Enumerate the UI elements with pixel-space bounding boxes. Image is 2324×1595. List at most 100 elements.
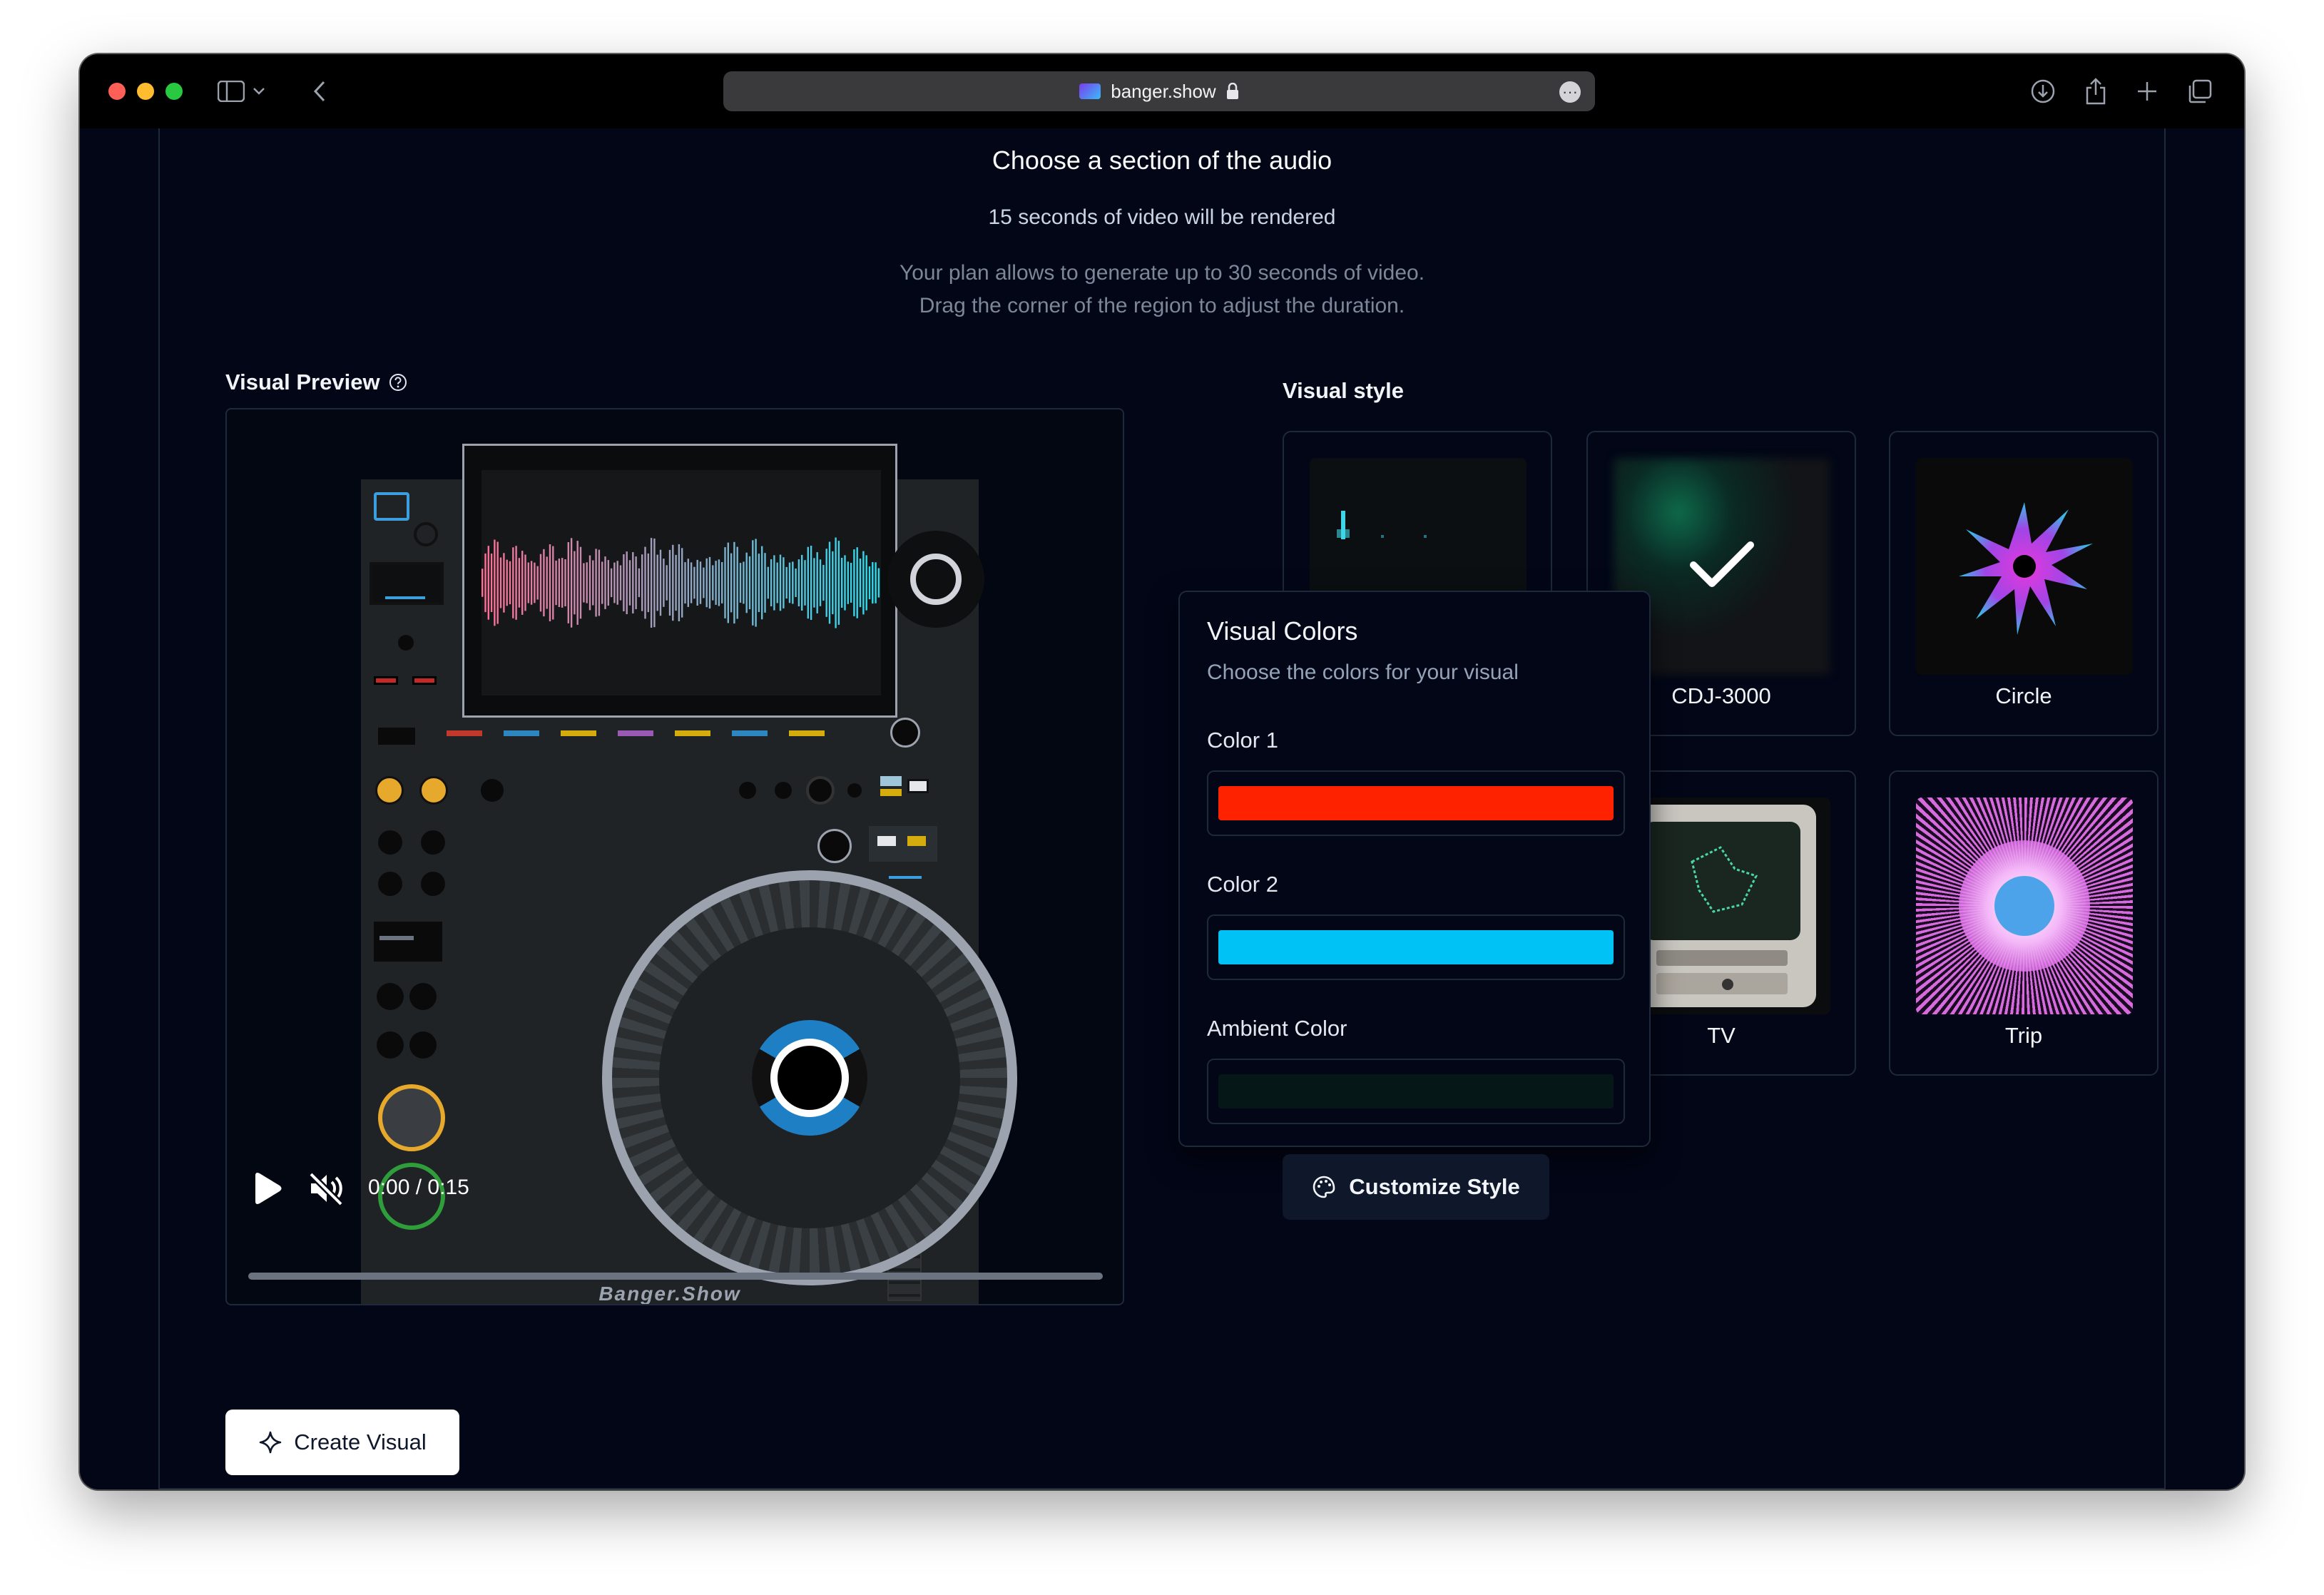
address-bar[interactable]: banger.show ··· — [723, 71, 1595, 111]
tab-overview-icon[interactable] — [2184, 76, 2216, 107]
waveform-bar — [595, 549, 597, 617]
waveform-bar — [804, 560, 806, 606]
waveform-bar — [576, 541, 579, 625]
ambient-color-swatch[interactable] — [1218, 1074, 1614, 1109]
visual-preview-player[interactable]: Banger.Show 0:00 / 0:15 — [225, 408, 1124, 1305]
deck-button — [377, 983, 404, 1010]
deck-button — [409, 983, 437, 1010]
back-icon[interactable] — [304, 76, 335, 107]
waveform-bar — [663, 559, 665, 607]
waveform-bar — [512, 547, 514, 618]
deck-slot-line — [379, 936, 414, 940]
waveform-bar — [847, 561, 849, 604]
waveform-bar — [527, 562, 529, 603]
minimize-window-button[interactable] — [137, 83, 154, 100]
waveform-bar — [727, 542, 729, 623]
waveform-bar — [638, 568, 641, 598]
style-thumb-trip — [1916, 798, 2133, 1014]
waveform-bar — [628, 560, 631, 606]
ambient-color-label: Ambient Color — [1207, 1016, 1347, 1041]
audio-waveform — [481, 537, 880, 628]
color-2-label: Color 2 — [1207, 872, 1278, 897]
waveform-bar — [656, 554, 658, 611]
zoom-window-button[interactable] — [165, 83, 183, 100]
waveform-bar — [503, 553, 505, 613]
waveform-bar — [487, 546, 489, 620]
color-1-picker[interactable] — [1207, 770, 1625, 836]
deck-indicator — [889, 876, 922, 879]
waveform-bar — [752, 540, 754, 626]
render-duration-text: 15 seconds of video will be rendered — [988, 205, 1336, 229]
deck-button — [377, 1031, 404, 1059]
deck-slot — [374, 922, 442, 962]
palette-icon — [1313, 1176, 1335, 1198]
waveform-bar — [770, 559, 773, 606]
style-card-trip[interactable]: Trip — [1889, 770, 2159, 1076]
play-icon[interactable] — [251, 1171, 282, 1209]
waveform-bar — [776, 562, 778, 603]
waveform-bar — [558, 559, 561, 607]
color-2-picker[interactable] — [1207, 914, 1625, 980]
waveform-bar — [745, 552, 748, 613]
waveform-bar — [509, 561, 511, 605]
deck-button — [378, 830, 402, 855]
waveform-bar — [613, 562, 616, 603]
deck-button — [398, 635, 414, 651]
waveform-bar — [730, 553, 733, 613]
waveform-bar — [552, 546, 554, 620]
waveform-bar — [828, 541, 831, 624]
sidebar-toggle-icon[interactable] — [215, 76, 247, 107]
deck-brand-text: Banger.Show — [598, 1283, 741, 1305]
waveform-bar — [739, 563, 742, 603]
waveform-bar — [872, 562, 874, 604]
waveform-bar — [788, 562, 791, 603]
waveform-bar — [481, 569, 484, 597]
waveform-bar — [681, 548, 683, 618]
deck-gold-button — [419, 776, 448, 805]
waveform-bar — [490, 554, 493, 612]
waveform-bar — [592, 560, 594, 606]
waveform-bar — [795, 569, 797, 597]
waveform-bar — [601, 561, 603, 604]
waveform-bar — [530, 561, 533, 605]
waveform-bar — [564, 559, 566, 606]
waveform-bar — [792, 561, 794, 604]
download-icon[interactable] — [2027, 76, 2059, 107]
waveform-bar — [715, 561, 717, 605]
waveform-bar — [736, 546, 738, 619]
waveform-bar — [797, 559, 800, 606]
waveform-bar — [712, 565, 714, 601]
color-2-swatch[interactable] — [1218, 930, 1614, 964]
waveform-bar — [610, 568, 613, 598]
deck-button — [775, 782, 792, 799]
help-circle-icon[interactable] — [389, 373, 407, 392]
waveform-bar — [853, 549, 855, 616]
deck-button — [421, 872, 445, 896]
style-card-circle[interactable]: Circle — [1889, 431, 2159, 736]
popover-title: Visual Colors — [1207, 616, 1358, 646]
ellipsis-icon[interactable]: ··· — [1559, 81, 1581, 103]
deck-button — [806, 776, 835, 805]
waveform-bar — [546, 556, 548, 609]
muted-speaker-icon[interactable] — [308, 1171, 344, 1209]
waveform-bar — [850, 563, 852, 603]
color-1-swatch[interactable] — [1218, 786, 1614, 820]
waveform-bar — [699, 561, 702, 604]
deck-play-button — [378, 1084, 445, 1151]
ambient-color-picker[interactable] — [1207, 1059, 1625, 1124]
style-card-label: Trip — [2004, 1023, 2043, 1048]
close-window-button[interactable] — [108, 83, 126, 100]
waveform-bar — [718, 559, 720, 606]
waveform-bar — [518, 558, 521, 608]
new-tab-icon[interactable] — [2131, 76, 2163, 107]
chevron-down-icon[interactable] — [248, 76, 270, 107]
playback-progress-bar[interactable] — [248, 1273, 1103, 1280]
deck-red-button — [412, 676, 437, 685]
share-icon[interactable] — [2080, 76, 2111, 107]
waveform-bar — [616, 561, 618, 605]
waveform-bar — [672, 544, 674, 621]
waveform-bar — [678, 544, 681, 621]
customize-style-button[interactable]: Customize Style — [1283, 1154, 1549, 1220]
create-visual-button[interactable]: Create Visual — [225, 1410, 459, 1475]
deck-knob — [817, 829, 852, 863]
